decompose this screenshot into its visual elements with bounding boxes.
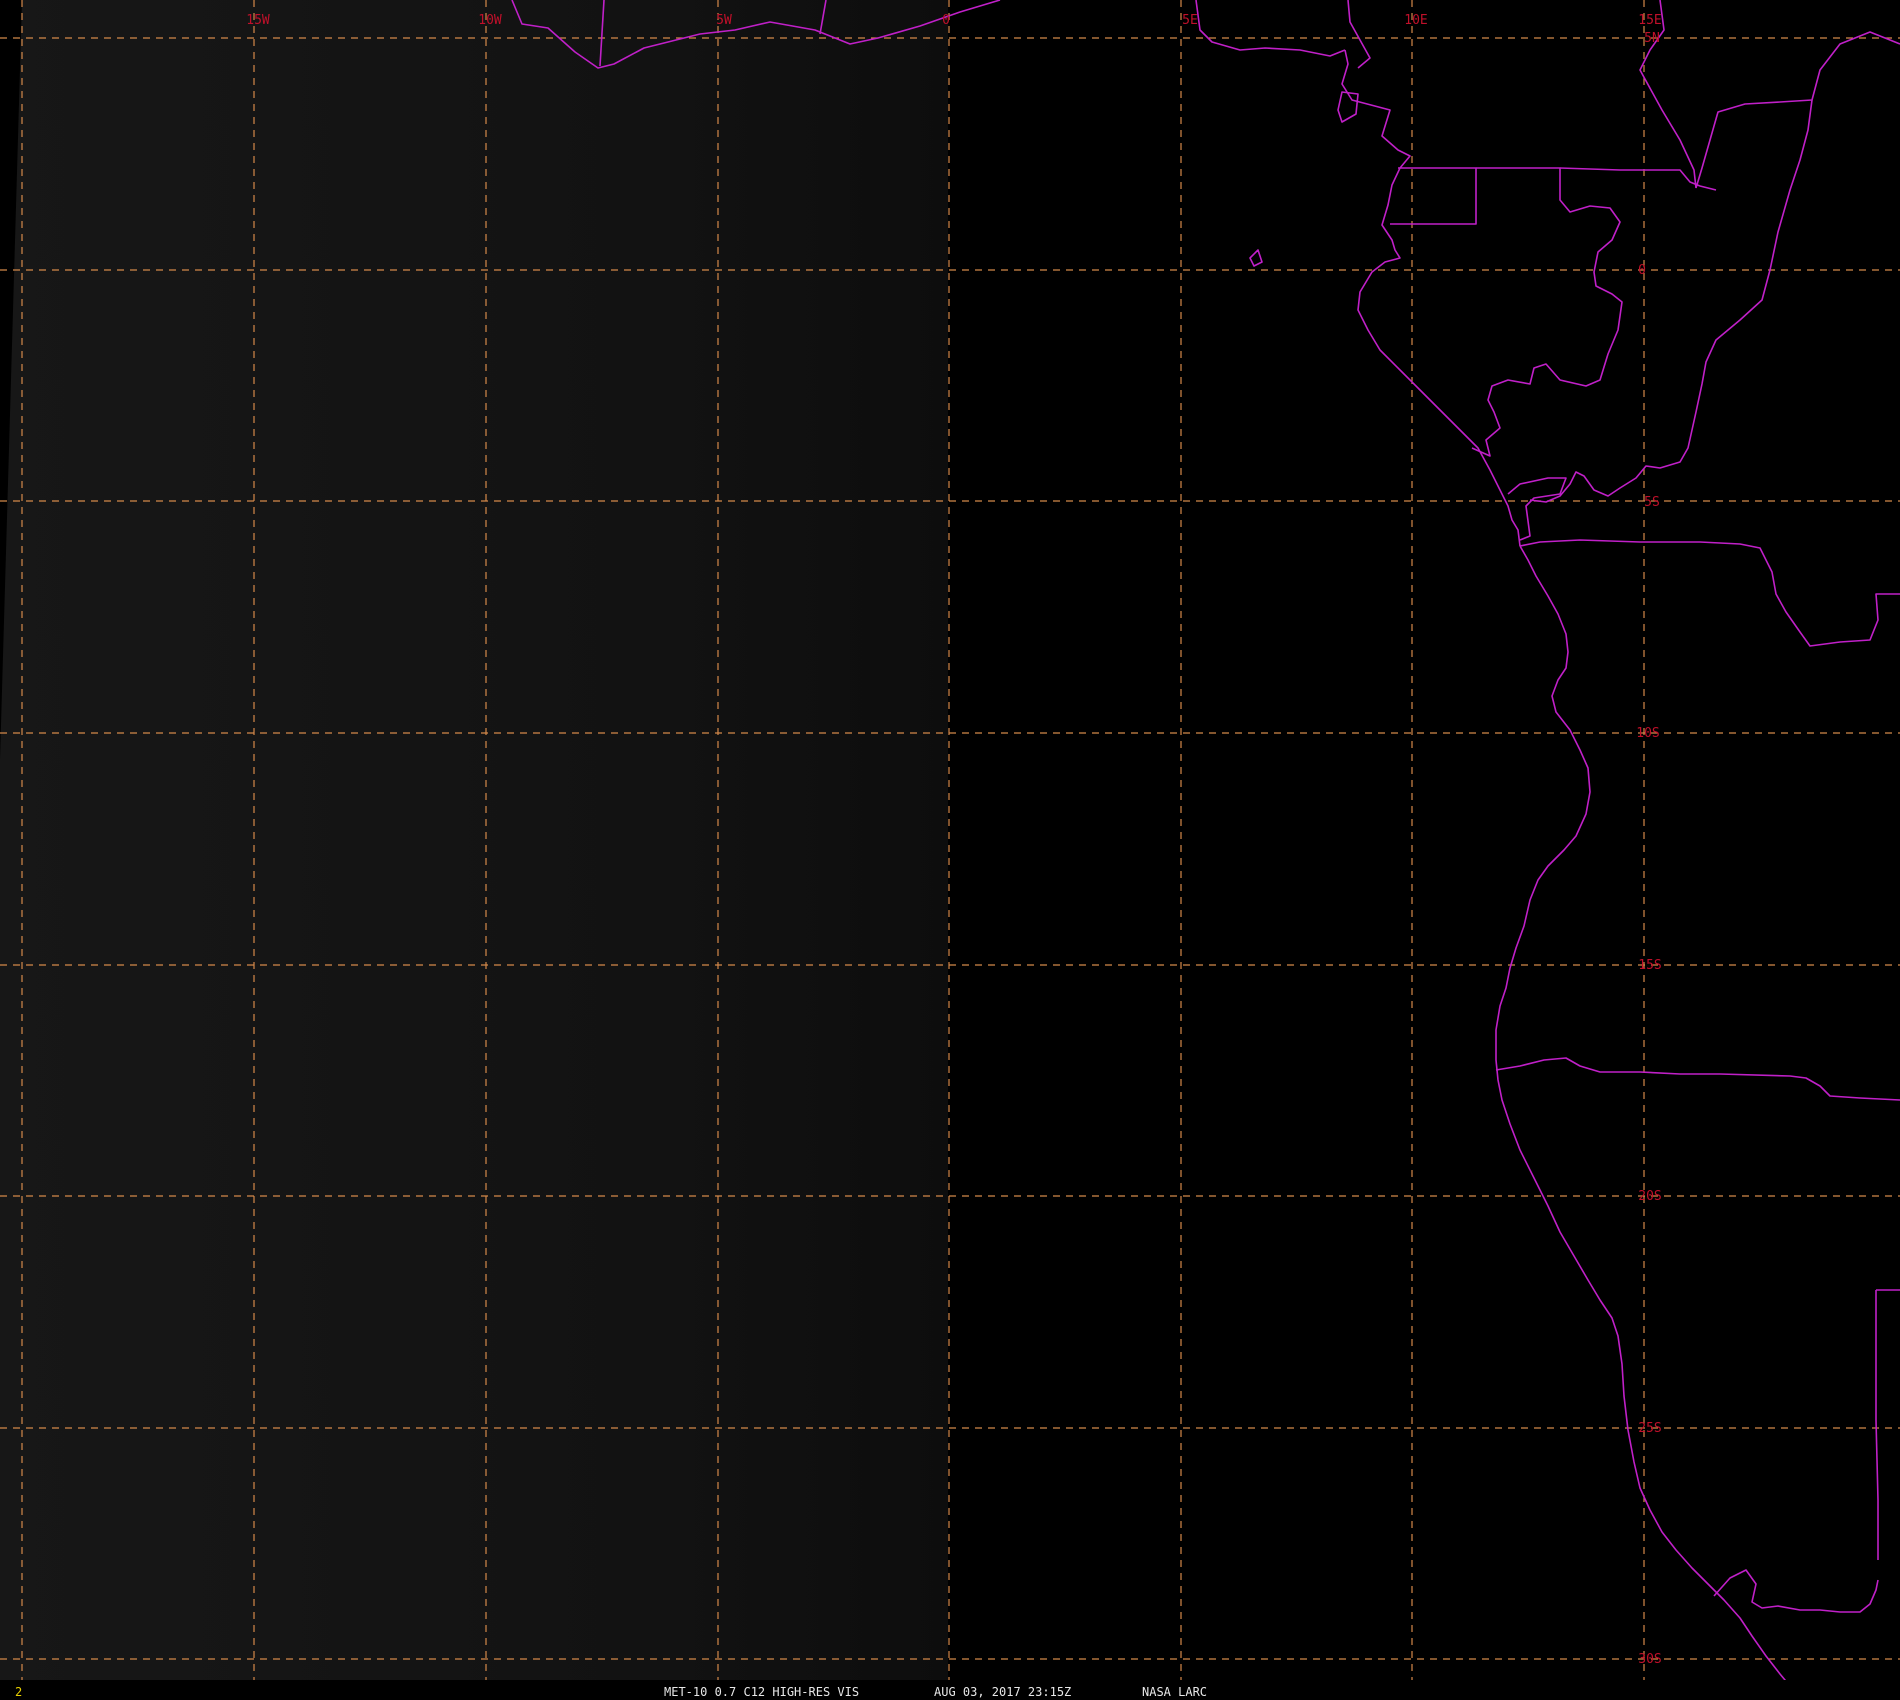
orange-river-border [1713, 1569, 1879, 1613]
satellite-image-panel: 15W 10W 5W 0 5E 10E 15E 5N 0 5S 10S 15S … [0, 0, 1900, 1700]
lat-label-0: 0 [1638, 263, 1646, 278]
cameroon-congo-border [1559, 167, 1717, 191]
lon-label-5e: 5E [1182, 13, 1198, 28]
agency-caption: NASA LARC [1142, 1685, 1207, 1699]
lon-label-10w: 10W [478, 13, 502, 28]
lon-label-10e: 10E [1404, 13, 1427, 28]
band-number-label: 2 [15, 1685, 22, 1699]
angola-coastline [1495, 545, 1791, 1687]
lon-label-15e: 15E [1638, 13, 1661, 28]
namibia-botswana-border [1875, 1290, 1879, 1560]
nigeria-cameroon-border [1347, 0, 1371, 69]
map-canvas: 15W 10W 5W 0 5E 10E 15E 5N 0 5S 10S 15S … [0, 0, 1900, 1700]
cabinda-border [1507, 477, 1567, 541]
gulf-coastline [1195, 0, 1346, 57]
congo-drc-border [1529, 99, 1813, 503]
product-caption: MET-10 0.7 C12 HIGH-RES VIS [664, 1685, 859, 1699]
cameroon-coast [1341, 49, 1521, 547]
lat-label-30s: 30S [1638, 1652, 1661, 1667]
lat-label-15s: 15S [1638, 958, 1661, 973]
lat-label-25s: 25S [1638, 1421, 1661, 1436]
lat-label-5n: 5N [1644, 31, 1660, 46]
lon-label-15w: 15W [246, 13, 270, 28]
angola-namibia-border [1495, 1057, 1900, 1101]
gabon-border [1471, 167, 1623, 457]
sao-tome-island [1249, 249, 1263, 267]
lat-label-10s: 10S [1636, 726, 1659, 741]
lon-label-5w: 5W [716, 13, 732, 28]
equatorial-guinea-border [1390, 167, 1477, 225]
car-border [1639, 0, 1697, 189]
datetime-caption: AUG 03, 2017 23:15Z [934, 1685, 1071, 1699]
bioko-island [1337, 91, 1359, 123]
lat-label-20s: 20S [1638, 1189, 1661, 1204]
angola-drc-border [1519, 539, 1900, 647]
lon-label-0: 0 [942, 13, 950, 28]
lat-label-5s: 5S [1644, 495, 1660, 510]
latitude-tick-labels: 5N 0 5S 10S 15S 20S 25S 30S [1636, 31, 1661, 1667]
